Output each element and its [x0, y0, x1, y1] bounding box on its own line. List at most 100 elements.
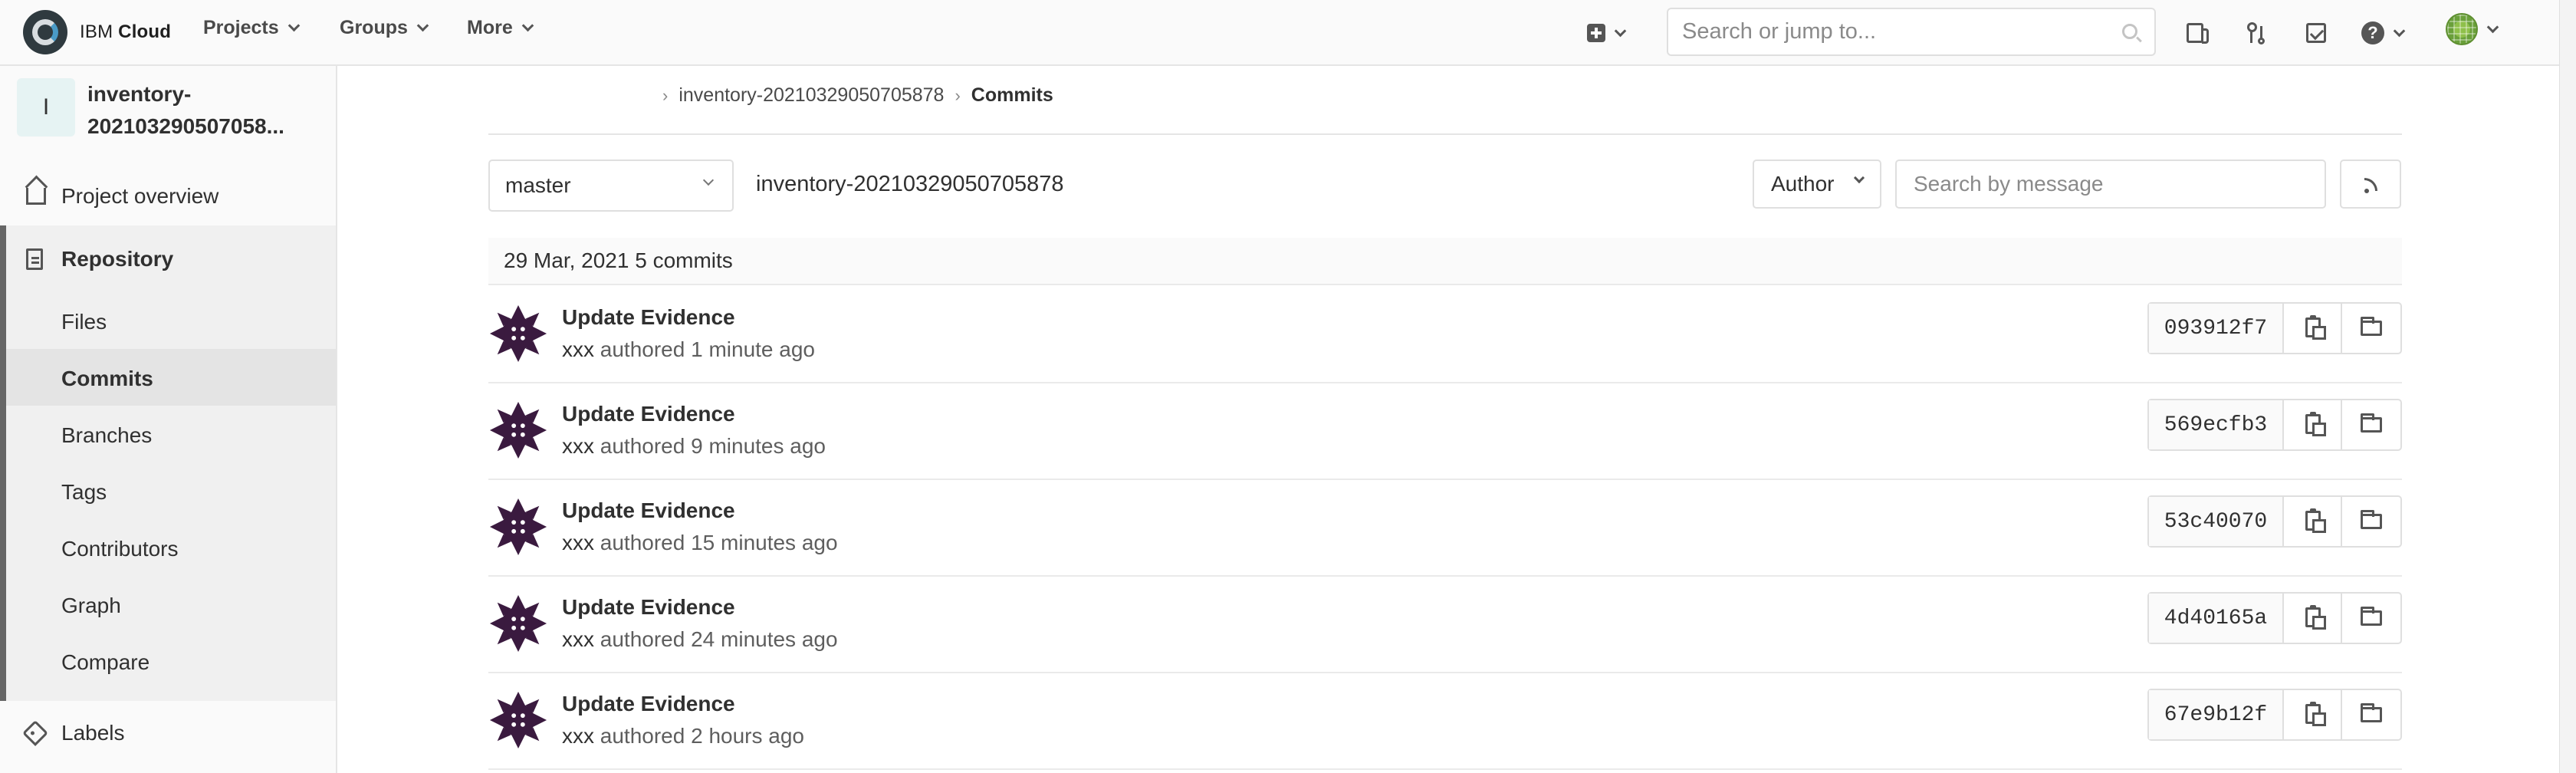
chevron-down-icon	[416, 19, 429, 32]
commit-title[interactable]: Update Evidence	[562, 305, 735, 330]
browse-files-button[interactable]	[2342, 690, 2400, 739]
project-sidebar: I inventory- 202103290507058... Project …	[0, 66, 337, 773]
folder-icon	[2361, 317, 2382, 336]
browse-files-button[interactable]	[2342, 400, 2400, 449]
rss-feed-button[interactable]	[2340, 160, 2401, 209]
commit-author[interactable]: xxx	[562, 627, 594, 651]
plus-square-icon	[1587, 24, 1605, 42]
commit-sha-group: 53c40070	[2147, 495, 2402, 548]
commit-title[interactable]: Update Evidence	[562, 595, 735, 620]
commit-sha-group: 67e9b12f	[2147, 689, 2402, 741]
sidebar-item-contributors[interactable]: Contributors	[61, 537, 179, 561]
page-scrollbar[interactable]	[2559, 0, 2576, 773]
copy-sha-button[interactable]	[2284, 304, 2342, 353]
chevron-down-icon	[702, 174, 715, 186]
folder-icon	[2361, 607, 2382, 626]
browse-files-button[interactable]	[2342, 497, 2400, 546]
help-dropdown[interactable]: ?	[2361, 18, 2406, 48]
sidebar-item-commits[interactable]: Commits	[61, 367, 153, 391]
commit-search-input[interactable]	[1897, 161, 2311, 207]
project-name: inventory- 202103290507058...	[87, 82, 284, 138]
project-header[interactable]: I inventory- 202103290507058...	[17, 78, 317, 143]
sidebar-item-tags[interactable]: Tags	[61, 480, 107, 505]
copy-sha-button[interactable]	[2284, 594, 2342, 643]
commit-title[interactable]: Update Evidence	[562, 692, 735, 716]
nav-projects-dropdown[interactable]: Projects	[203, 17, 300, 39]
commit-row: Update Evidence xxx authored 1 minute ag…	[488, 287, 2402, 383]
breadcrumb: › inventory-20210329050705878 › Commits	[652, 84, 1053, 107]
clipboard-icon	[2305, 702, 2326, 726]
nav-projects-label: Projects	[203, 17, 279, 38]
commit-sha-group: 4d40165a	[2147, 592, 2402, 644]
sidebar-item-repository[interactable]: Repository	[0, 236, 336, 282]
breadcrumb-project-link[interactable]: inventory-20210329050705878	[678, 84, 944, 107]
browse-files-button[interactable]	[2342, 304, 2400, 353]
global-search-input[interactable]	[1668, 9, 2098, 54]
issues-button[interactable]	[2187, 18, 2209, 48]
home-icon	[26, 188, 46, 205]
rss-icon	[2364, 178, 2380, 193]
branch-select-value: master	[505, 173, 571, 197]
folder-icon	[2361, 510, 2382, 529]
author-avatar[interactable]	[488, 594, 548, 653]
author-avatar[interactable]	[488, 497, 548, 557]
user-menu-dropdown[interactable]	[2446, 13, 2499, 45]
commit-sha[interactable]: 4d40165a	[2149, 594, 2284, 643]
chevron-down-icon	[2486, 21, 2499, 33]
commit-sha-group: 093912f7	[2147, 302, 2402, 354]
commit-sha[interactable]: 093912f7	[2149, 304, 2284, 353]
sidebar-item-branches[interactable]: Branches	[61, 423, 152, 448]
copy-sha-button[interactable]	[2284, 400, 2342, 449]
repo-path[interactable]: inventory-20210329050705878	[756, 172, 1064, 197]
todos-button[interactable]	[2306, 18, 2326, 48]
new-item-dropdown[interactable]	[1587, 18, 1627, 48]
commit-author[interactable]: xxx	[562, 724, 594, 748]
author-avatar[interactable]	[488, 690, 548, 750]
ibm-cloud-logo[interactable]: IBM Cloud	[23, 10, 171, 54]
commit-author[interactable]: xxx	[562, 531, 594, 554]
chevron-down-icon	[2393, 25, 2406, 37]
browse-files-button[interactable]	[2342, 594, 2400, 643]
commit-sha[interactable]: 67e9b12f	[2149, 690, 2284, 739]
chevron-down-icon	[288, 19, 300, 32]
merge-request-icon	[2245, 21, 2265, 44]
sidebar-item-labels[interactable]: Labels	[0, 710, 336, 756]
merge-requests-button[interactable]	[2245, 18, 2265, 48]
sidebar-item-compare[interactable]: Compare	[61, 650, 150, 675]
sidebar-item-graph[interactable]: Graph	[61, 594, 121, 618]
commit-author[interactable]: xxx	[562, 434, 594, 458]
folder-icon	[2361, 703, 2382, 722]
commit-title[interactable]: Update Evidence	[562, 402, 735, 426]
copy-sha-button[interactable]	[2284, 690, 2342, 739]
author-avatar[interactable]	[488, 304, 548, 363]
commit-row: Update Evidence xxx authored 2 hours ago…	[488, 673, 2402, 770]
sidebar-item-files[interactable]: Files	[61, 310, 107, 334]
nav-groups-label: Groups	[340, 17, 408, 38]
commit-author[interactable]: xxx	[562, 337, 594, 361]
sidebar-item-label: Project overview	[61, 184, 219, 208]
project-avatar: I	[17, 78, 75, 137]
nav-more-dropdown[interactable]: More	[467, 17, 534, 39]
label-icon	[22, 720, 48, 746]
divider	[488, 133, 2402, 135]
commit-message-search[interactable]	[1895, 160, 2326, 209]
chevron-down-icon	[1614, 25, 1627, 37]
clipboard-icon	[2305, 315, 2326, 340]
breadcrumb-current[interactable]: Commits	[971, 84, 1053, 107]
chevron-down-icon	[1853, 172, 1865, 184]
branch-select-dropdown[interactable]: master	[488, 160, 734, 212]
sidebar-item-label: Repository	[61, 247, 174, 271]
copy-sha-button[interactable]	[2284, 497, 2342, 546]
folder-icon	[2361, 413, 2382, 433]
nav-groups-dropdown[interactable]: Groups	[340, 17, 429, 39]
commit-row: Update Evidence xxx authored 15 minutes …	[488, 480, 2402, 577]
commit-sha[interactable]: 569ecfb3	[2149, 400, 2284, 449]
author-filter-dropdown[interactable]: Author	[1753, 160, 1881, 209]
repository-icon	[26, 248, 43, 270]
commit-sha[interactable]: 53c40070	[2149, 497, 2284, 546]
clipboard-icon	[2305, 508, 2326, 533]
author-avatar[interactable]	[488, 400, 548, 460]
commit-title[interactable]: Update Evidence	[562, 498, 735, 523]
sidebar-item-project-overview[interactable]: Project overview	[0, 173, 336, 219]
global-search[interactable]	[1667, 8, 2156, 56]
